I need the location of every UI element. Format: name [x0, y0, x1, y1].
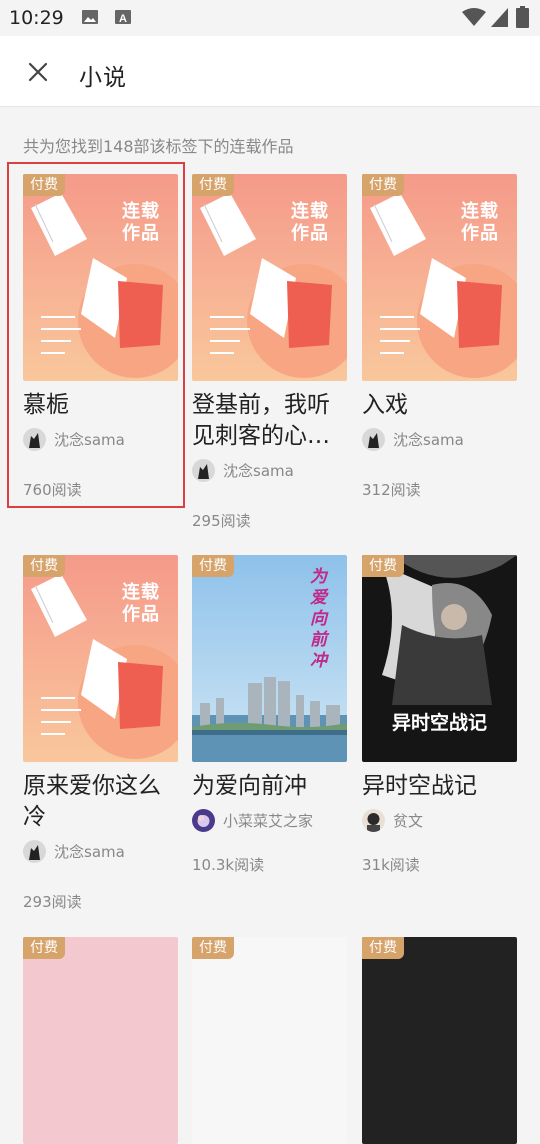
read-count: 295阅读: [192, 512, 251, 530]
wifi-icon: [462, 8, 486, 26]
svg-text:A: A: [119, 13, 127, 25]
book-card[interactable]: 连载 作品 付费 慕栀 沈念sama 760阅读: [23, 174, 178, 500]
author-avatar: [362, 808, 385, 832]
result-count-text: 共为您找到148部该标签下的连载作品: [23, 137, 294, 156]
paid-badge: 付费: [362, 937, 404, 959]
cover-title-art: 为爱向前冲: [310, 567, 327, 671]
book-card[interactable]: 付费: [192, 937, 347, 1144]
book-title[interactable]: 为爱向前冲: [192, 771, 347, 802]
book-card[interactable]: 连载 作品 付费 登基前，我听见刺客的心… 沈念sama 295阅读: [192, 174, 347, 531]
author-avatar: [23, 839, 46, 863]
paid-badge: 付费: [192, 937, 234, 959]
author-row[interactable]: 沈念sama: [362, 427, 517, 451]
author-name: 沈念sama: [223, 461, 294, 480]
paid-badge: 付费: [362, 555, 404, 577]
read-count: 10.3k阅读: [192, 856, 265, 874]
paid-badge: 付费: [362, 174, 404, 196]
cover-label: 连载 作品: [461, 201, 499, 244]
author-name: 小菜菜艾之家: [223, 811, 314, 830]
cover-label: 连载 作品: [291, 201, 329, 244]
author-name: 贫文: [393, 811, 424, 830]
author-name: 沈念sama: [54, 842, 125, 861]
author-avatar: [192, 458, 215, 482]
read-count: 312阅读: [362, 481, 421, 499]
book-title[interactable]: 原来爱你这么冷: [23, 771, 178, 833]
paid-badge: 付费: [23, 937, 65, 959]
status-bar: 10:29 A: [0, 0, 540, 36]
book-cover[interactable]: 付费: [23, 937, 178, 1144]
book-cover[interactable]: 异时空战记 付费: [362, 555, 517, 762]
book-cover[interactable]: 连载 作品 付费: [23, 555, 178, 762]
cover-label: 连载 作品: [122, 201, 160, 244]
book-cover[interactable]: 连载 作品 付费: [192, 174, 347, 381]
book-card[interactable]: 为爱向前冲 付费 为爱向前冲 小菜菜艾之家 10.3k阅读: [192, 555, 347, 875]
book-title[interactable]: 入戏: [362, 390, 517, 421]
book-cover[interactable]: 为爱向前冲 付费: [192, 555, 347, 762]
font-notification-icon: A: [115, 10, 131, 25]
page-title: 小说: [79, 65, 127, 91]
paid-badge: 付费: [192, 555, 234, 577]
author-row[interactable]: 贫文: [362, 808, 517, 832]
book-card[interactable]: 连载 作品 付费 原来爱你这么冷 沈念sama 293阅读: [23, 555, 178, 912]
read-count: 293阅读: [23, 893, 82, 911]
close-button[interactable]: [20, 56, 56, 88]
author-row[interactable]: 沈念sama: [23, 839, 178, 863]
book-title[interactable]: 慕栀: [23, 390, 178, 421]
book-cover[interactable]: 连载 作品 付费: [362, 174, 517, 381]
book-card[interactable]: 付费: [23, 937, 178, 1144]
author-row[interactable]: 小菜菜艾之家: [192, 808, 347, 832]
signal-icon: [491, 8, 508, 27]
book-card[interactable]: 异时空战记 付费 异时空战记 贫文 31k阅读: [362, 555, 517, 875]
book-card[interactable]: 连载 作品 付费 入戏 沈念sama 312阅读: [362, 174, 517, 500]
author-avatar: [362, 427, 385, 451]
read-count: 760阅读: [23, 481, 82, 499]
close-icon: [28, 62, 48, 82]
read-count: 31k阅读: [362, 856, 420, 874]
book-cover[interactable]: 付费: [362, 937, 517, 1144]
battery-icon: [516, 6, 529, 28]
image-notification-icon: [82, 10, 98, 24]
author-avatar: [192, 808, 215, 832]
cover-label: 连载 作品: [122, 582, 160, 625]
paid-badge: 付费: [23, 555, 65, 577]
author-avatar: [23, 427, 46, 451]
paid-badge: 付费: [23, 174, 65, 196]
status-time: 10:29: [9, 7, 64, 29]
paid-badge: 付费: [192, 174, 234, 196]
author-name: 沈念sama: [54, 430, 125, 449]
cover-title-art: 异时空战记: [391, 712, 487, 734]
book-card[interactable]: 付费: [362, 937, 517, 1144]
author-row[interactable]: 沈念sama: [192, 458, 347, 482]
book-title[interactable]: 登基前，我听见刺客的心…: [192, 390, 347, 452]
book-title[interactable]: 异时空战记: [362, 771, 517, 802]
book-cover[interactable]: 付费: [192, 937, 347, 1144]
author-row[interactable]: 沈念sama: [23, 427, 178, 451]
top-app-bar: 小说: [0, 36, 540, 107]
author-name: 沈念sama: [393, 430, 464, 449]
book-cover[interactable]: 连载 作品 付费: [23, 174, 178, 381]
